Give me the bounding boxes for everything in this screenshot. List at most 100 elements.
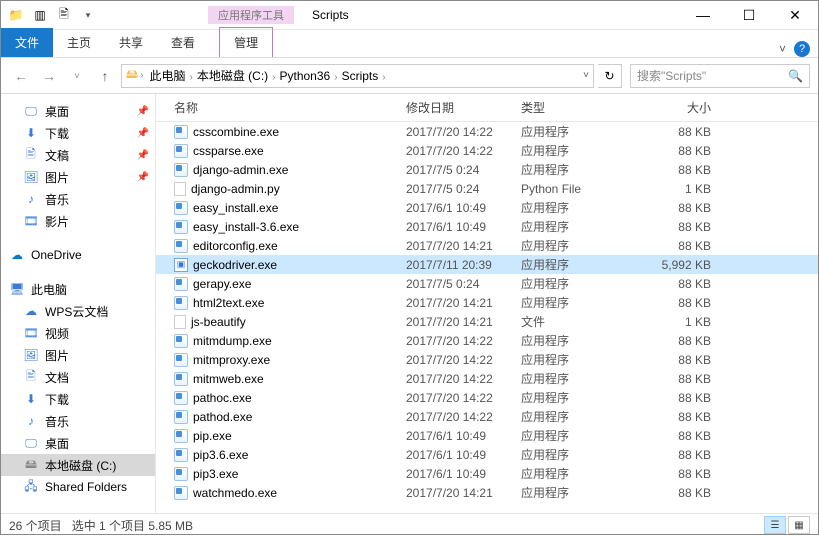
navigation-pane[interactable]: 🖵桌面📌⬇下载📌🖹文稿📌🖼图片📌♪音乐🎞影片 ☁ OneDrive 🖥 此电脑 …: [1, 94, 156, 513]
file-row[interactable]: pip.exe2017/6/1 10:49应用程序88 KB: [156, 426, 818, 445]
application-icon: [174, 125, 188, 139]
nav-quick-item[interactable]: 🎞影片: [1, 210, 155, 232]
file-row[interactable]: gerapy.exe2017/7/5 0:24应用程序88 KB: [156, 274, 818, 293]
ribbon-tab-2[interactable]: 查看: [157, 28, 209, 57]
view-details-button[interactable]: ☰: [764, 516, 786, 534]
nav-quick-item[interactable]: ♪音乐: [1, 188, 155, 210]
file-row[interactable]: pip3.6.exe2017/6/1 10:49应用程序88 KB: [156, 445, 818, 464]
qat-newfolder-icon[interactable]: 🖹: [53, 4, 75, 26]
chevron-right-icon[interactable]: ›: [272, 72, 275, 83]
file-size: 88 KB: [636, 448, 721, 462]
file-row[interactable]: pip3.exe2017/6/1 10:49应用程序88 KB: [156, 464, 818, 483]
help-icon[interactable]: ?: [794, 41, 810, 57]
col-header-type[interactable]: 类型: [521, 99, 636, 116]
file-row[interactable]: easy_install.exe2017/6/1 10:49应用程序88 KB: [156, 198, 818, 217]
nav-quick-item[interactable]: 🖹文稿📌: [1, 144, 155, 166]
file-type: 应用程序: [521, 256, 636, 273]
folder-icon: 🖼: [23, 347, 39, 363]
file-row[interactable]: django-admin.py2017/7/5 0:24Python File1…: [156, 179, 818, 198]
file-name: js-beautify: [191, 315, 246, 329]
file-row[interactable]: mitmdump.exe2017/7/20 14:22应用程序88 KB: [156, 331, 818, 350]
file-size: 88 KB: [636, 296, 721, 310]
folder-icon: 🎞: [23, 213, 39, 229]
nav-pc-item[interactable]: 🖴本地磁盘 (C:): [1, 454, 155, 476]
minimize-button[interactable]: —: [680, 1, 726, 30]
file-size: 88 KB: [636, 391, 721, 405]
breadcrumb[interactable]: 🖴 › 此电脑›本地磁盘 (C:)›Python36›Scripts› ˅: [121, 64, 594, 88]
breadcrumb-seg[interactable]: 本地磁盘 (C:): [193, 69, 272, 83]
ribbon-tab-1[interactable]: 共享: [105, 28, 157, 57]
nav-pc-item[interactable]: 🖼图片: [1, 344, 155, 366]
file-date: 2017/6/1 10:49: [406, 220, 521, 234]
file-date: 2017/6/1 10:49: [406, 467, 521, 481]
qat-properties-icon[interactable]: ▥: [29, 4, 51, 26]
file-size: 88 KB: [636, 220, 721, 234]
file-date: 2017/6/1 10:49: [406, 448, 521, 462]
chevron-right-icon[interactable]: ›: [382, 72, 385, 83]
col-header-name[interactable]: 名称: [174, 99, 406, 116]
ribbon-tab-file[interactable]: 文件: [1, 28, 53, 57]
view-icons-button[interactable]: ▦: [788, 516, 810, 534]
nav-pc-item[interactable]: ☁WPS云文档: [1, 300, 155, 322]
application-icon: [174, 220, 188, 234]
nav-pc-item[interactable]: 🖧Shared Folders: [1, 476, 155, 498]
file-row[interactable]: mitmproxy.exe2017/7/20 14:22应用程序88 KB: [156, 350, 818, 369]
file-row[interactable]: editorconfig.exe2017/7/20 14:21应用程序88 KB: [156, 236, 818, 255]
file-size: 88 KB: [636, 467, 721, 481]
search-input[interactable]: 搜索"Scripts" 🔍: [630, 64, 810, 88]
folder-icon: ♪: [23, 191, 39, 207]
file-name: django-admin.py: [191, 182, 280, 196]
maximize-button[interactable]: ☐: [726, 1, 772, 30]
breadcrumb-seg[interactable]: Python36: [276, 69, 335, 83]
drive-icon: 🖴: [126, 65, 138, 86]
file-size: 1 KB: [636, 182, 721, 196]
chevron-right-icon[interactable]: ›: [140, 70, 143, 81]
nav-pc-item[interactable]: 🎞视频: [1, 322, 155, 344]
nav-pc-item[interactable]: ⬇下载: [1, 388, 155, 410]
app-icon[interactable]: 📁: [5, 4, 27, 26]
file-row[interactable]: cssparse.exe2017/7/20 14:22应用程序88 KB: [156, 141, 818, 160]
file-date: 2017/6/1 10:49: [406, 201, 521, 215]
file-type: 应用程序: [521, 427, 636, 444]
file-row[interactable]: pathoc.exe2017/7/20 14:22应用程序88 KB: [156, 388, 818, 407]
file-type: 应用程序: [521, 484, 636, 501]
close-button[interactable]: ✕: [772, 1, 818, 30]
nav-quick-item[interactable]: 🖼图片📌: [1, 166, 155, 188]
file-row[interactable]: pathod.exe2017/7/20 14:22应用程序88 KB: [156, 407, 818, 426]
nav-history-dropdown[interactable]: ˅: [65, 64, 89, 88]
file-row[interactable]: html2text.exe2017/7/20 14:21应用程序88 KB: [156, 293, 818, 312]
nav-thispc[interactable]: 🖥 此电脑: [1, 278, 155, 300]
nav-quick-item[interactable]: 🖵桌面📌: [1, 100, 155, 122]
file-row[interactable]: csscombine.exe2017/7/20 14:22应用程序88 KB: [156, 122, 818, 141]
nav-pc-item[interactable]: 🖵桌面: [1, 432, 155, 454]
breadcrumb-seg[interactable]: 此电脑: [145, 69, 189, 83]
nav-back-button[interactable]: ←: [9, 64, 33, 88]
nav-pc-item[interactable]: 🖹文档: [1, 366, 155, 388]
col-header-size[interactable]: 大小: [636, 99, 721, 116]
col-header-date[interactable]: 修改日期: [406, 99, 521, 116]
file-row[interactable]: django-admin.exe2017/7/5 0:24应用程序88 KB: [156, 160, 818, 179]
file-row[interactable]: ▣geckodriver.exe2017/7/11 20:39应用程序5,992…: [156, 255, 818, 274]
nav-up-button[interactable]: ↑: [93, 64, 117, 88]
nav-pc-item[interactable]: ♪音乐: [1, 410, 155, 432]
nav-network[interactable]: 🖧 网络: [1, 510, 155, 513]
file-row[interactable]: mitmweb.exe2017/7/20 14:22应用程序88 KB: [156, 369, 818, 388]
file-type: 应用程序: [521, 446, 636, 463]
ribbon-tab-manage[interactable]: 管理: [219, 27, 273, 57]
path-dropdown-icon[interactable]: ˅: [583, 70, 589, 81]
ribbon-tab-0[interactable]: 主页: [53, 28, 105, 57]
file-row[interactable]: watchmedo.exe2017/7/20 14:21应用程序88 KB: [156, 483, 818, 502]
nav-forward-button[interactable]: →: [37, 64, 61, 88]
qat-dropdown-icon[interactable]: ▾: [77, 4, 99, 26]
folder-icon: ♪: [23, 413, 39, 429]
breadcrumb-seg[interactable]: Scripts: [338, 69, 383, 83]
file-row[interactable]: js-beautify2017/7/20 14:21文件1 KB: [156, 312, 818, 331]
nav-onedrive[interactable]: ☁ OneDrive: [1, 244, 155, 266]
nav-quick-item[interactable]: ⬇下载📌: [1, 122, 155, 144]
ribbon-expand-icon[interactable]: ˅: [779, 42, 786, 56]
refresh-button[interactable]: ↻: [598, 64, 622, 88]
file-list[interactable]: csscombine.exe2017/7/20 14:22应用程序88 KBcs…: [156, 122, 818, 513]
file-row[interactable]: easy_install-3.6.exe2017/6/1 10:49应用程序88…: [156, 217, 818, 236]
column-headers[interactable]: 名称 修改日期 类型 大小: [156, 94, 818, 122]
file-type: 应用程序: [521, 408, 636, 425]
